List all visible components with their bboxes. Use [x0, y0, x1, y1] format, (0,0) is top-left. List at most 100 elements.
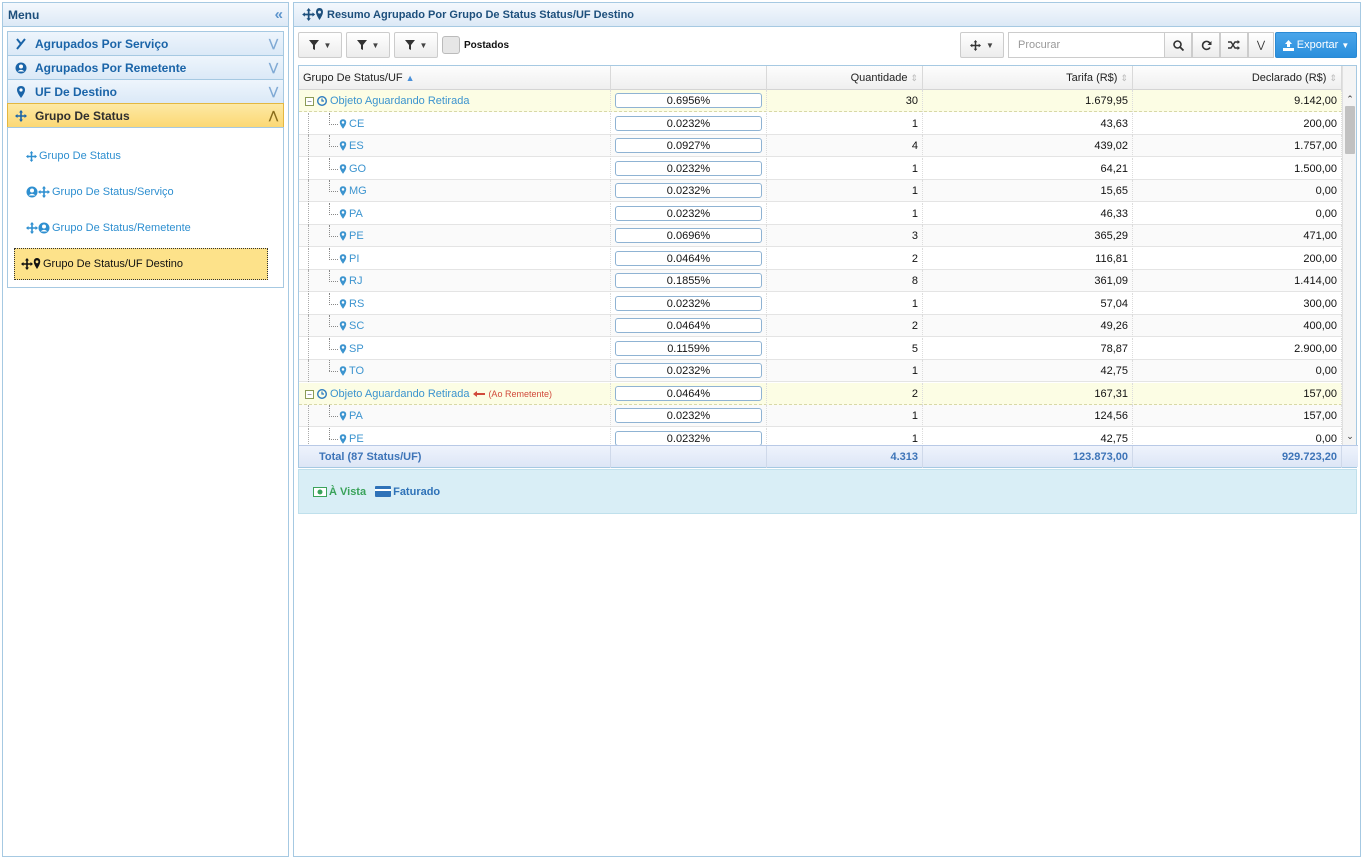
submenu-grupo-de-status-servico[interactable]: Grupo De Status/Serviço — [26, 176, 283, 208]
uf-label: PE — [349, 230, 364, 242]
table-row[interactable]: RS 0.0232% 1 57,04 300,00 — [299, 293, 1342, 315]
table-row[interactable]: SC 0.0464% 2 49,26 400,00 — [299, 315, 1342, 337]
menu-panel: Menu « Agrupados Por Serviço ⋁ Agrupados… — [2, 2, 289, 857]
group-row[interactable]: − Objeto Aguardando Retirada (Ao Remetente… — [299, 383, 1342, 405]
uf-link[interactable]: PI — [339, 253, 359, 265]
percent-bar: 0.0232% — [615, 408, 762, 423]
cell-tarifa: 46,33 — [923, 203, 1133, 225]
uf-link[interactable]: RS — [339, 298, 364, 310]
cell-declarado: 300,00 — [1133, 293, 1342, 315]
search-button[interactable] — [1164, 32, 1192, 58]
cell-tarifa: 361,09 — [923, 270, 1133, 292]
shuffle-button[interactable] — [1220, 32, 1248, 58]
expand-all-button[interactable]: ⋁ — [1248, 32, 1274, 58]
column-header-group[interactable]: Grupo De Status/UF ▲ — [299, 66, 611, 90]
tree-connector — [313, 360, 339, 382]
table-row[interactable]: ES 0.0927% 4 439,02 1.757,00 — [299, 135, 1342, 157]
uf-link[interactable]: SP — [339, 343, 364, 355]
footer-quantidade: 4.313 — [767, 446, 923, 468]
table-row[interactable]: CE 0.0232% 1 43,63 200,00 — [299, 113, 1342, 135]
uf-link[interactable]: SC — [339, 320, 364, 332]
cell-group: − Objeto Aguardando Retirada (Ao Remetente… — [299, 383, 611, 405]
uf-link[interactable]: CE — [339, 118, 364, 130]
table-row[interactable]: PA 0.0232% 1 124,56 157,00 — [299, 405, 1342, 427]
column-header-label: Declarado (R$) — [1251, 72, 1327, 84]
percent-bar: 0.0464% — [615, 251, 762, 266]
table-row[interactable]: PE 0.0232% 1 42,75 0,00 — [299, 428, 1342, 445]
uf-label: PI — [349, 253, 360, 265]
collapse-left-icon[interactable]: « — [275, 7, 283, 22]
submenu-grupo-de-status[interactable]: Grupo De Status — [26, 140, 283, 172]
column-header-percent[interactable] — [611, 66, 767, 90]
cell-quantidade: 1 — [767, 113, 923, 135]
export-button[interactable]: Exportar ▼ — [1275, 32, 1357, 58]
table-row[interactable]: PA 0.0232% 1 46,33 0,00 — [299, 203, 1342, 225]
column-header-quantidade[interactable]: Quantidade ⇕ — [767, 66, 923, 90]
uf-link[interactable]: RJ — [339, 275, 362, 287]
tree-guide — [303, 225, 313, 247]
postados-checkbox[interactable] — [442, 36, 460, 54]
table-row[interactable]: RJ 0.1855% 8 361,09 1.414,00 — [299, 270, 1342, 292]
status-group-link[interactable]: Objeto Aguardando Retirada — [317, 95, 469, 107]
scroll-up-icon[interactable]: ⌃ — [1343, 92, 1357, 106]
branch-icon — [13, 37, 29, 50]
accordion-agrupados-por-servico[interactable]: Agrupados Por Serviço ⋁ — [7, 31, 284, 55]
group-row[interactable]: − Objeto Aguardando Retirada 0.6956% 30 1.67… — [299, 90, 1342, 112]
legend-faturado[interactable]: Faturado — [375, 486, 440, 498]
tree-connector — [313, 158, 339, 180]
search-input[interactable] — [1008, 32, 1166, 58]
group-label: Objeto Aguardando Retirada — [330, 388, 470, 400]
cell-group: PE — [299, 428, 611, 445]
uf-link[interactable]: PE — [339, 230, 364, 242]
filter-dropdown-3[interactable]: ▼ — [394, 32, 438, 58]
cell-quantidade: 1 — [767, 180, 923, 202]
cell-declarado: 200,00 — [1133, 113, 1342, 135]
table-row[interactable]: GO 0.0232% 1 64,21 1.500,00 — [299, 158, 1342, 180]
submenu-grupo-de-status-remetente[interactable]: Grupo De Status/Remetente — [26, 212, 283, 244]
percent-bar: 0.1159% — [615, 341, 762, 356]
scroll-thumb[interactable] — [1345, 106, 1355, 154]
filter-dropdown-1[interactable]: ▼ — [298, 32, 342, 58]
table-row[interactable]: MG 0.0232% 1 15,65 0,00 — [299, 180, 1342, 202]
legend-a-vista[interactable]: À Vista — [313, 486, 366, 498]
refresh-button[interactable] — [1192, 32, 1220, 58]
cell-tarifa: 439,02 — [923, 135, 1133, 157]
status-group-link[interactable]: Objeto Aguardando Retirada — [317, 388, 469, 400]
accordion-label: UF De Destino — [35, 84, 118, 99]
cell-declarado: 0,00 — [1133, 360, 1342, 382]
uf-link[interactable]: GO — [339, 163, 366, 175]
menu-header: Menu « — [3, 3, 288, 27]
uf-link[interactable]: PE — [339, 433, 364, 445]
uf-link[interactable]: PA — [339, 410, 363, 422]
table-row[interactable]: PE 0.0696% 3 365,29 471,00 — [299, 225, 1342, 247]
map-marker-icon — [339, 434, 347, 444]
submenu-grupo-de-status-uf-destino[interactable]: Grupo De Status/UF Destino — [14, 248, 268, 280]
accordion-agrupados-por-remetente[interactable]: Agrupados Por Remetente ⋁ — [7, 55, 284, 79]
tree-connector — [313, 248, 339, 270]
vertical-scrollbar[interactable]: ⌃ ⌄ — [1342, 90, 1356, 445]
accordion-grupo-de-status[interactable]: Grupo De Status ⋀ — [7, 103, 284, 127]
return-note: (Ao Remetente) — [473, 389, 552, 399]
collapse-toggle-icon[interactable]: − — [305, 389, 314, 399]
uf-label: RS — [349, 298, 365, 310]
uf-link[interactable]: TO — [339, 365, 364, 377]
column-header-tarifa[interactable]: Tarifa (R$) ⇕ — [923, 66, 1133, 90]
cell-quantidade: 1 — [767, 360, 923, 382]
cell-tarifa: 57,04 — [923, 293, 1133, 315]
scroll-down-icon[interactable]: ⌄ — [1343, 429, 1357, 443]
tree-guide — [303, 158, 313, 180]
accordion-uf-de-destino[interactable]: UF De Destino ⋁ — [7, 79, 284, 103]
legend-label: Faturado — [393, 485, 441, 498]
table-row[interactable]: PI 0.0464% 2 116,81 200,00 — [299, 248, 1342, 270]
filter-dropdown-2[interactable]: ▼ — [346, 32, 390, 58]
legend-label: À Vista — [329, 485, 367, 498]
table-row[interactable]: TO 0.0232% 1 42,75 0,00 — [299, 360, 1342, 382]
collapse-toggle-icon[interactable]: − — [305, 96, 314, 106]
uf-link[interactable]: MG — [339, 185, 367, 197]
table-row[interactable]: SP 0.1159% 5 78,87 2.900,00 — [299, 338, 1342, 360]
uf-link[interactable]: ES — [339, 140, 364, 152]
column-header-declarado[interactable]: Declarado (R$) ⇕ — [1133, 66, 1342, 90]
percent-bar: 0.0464% — [615, 386, 762, 401]
uf-link[interactable]: PA — [339, 208, 363, 220]
group-by-dropdown[interactable]: ▼ — [960, 32, 1004, 58]
